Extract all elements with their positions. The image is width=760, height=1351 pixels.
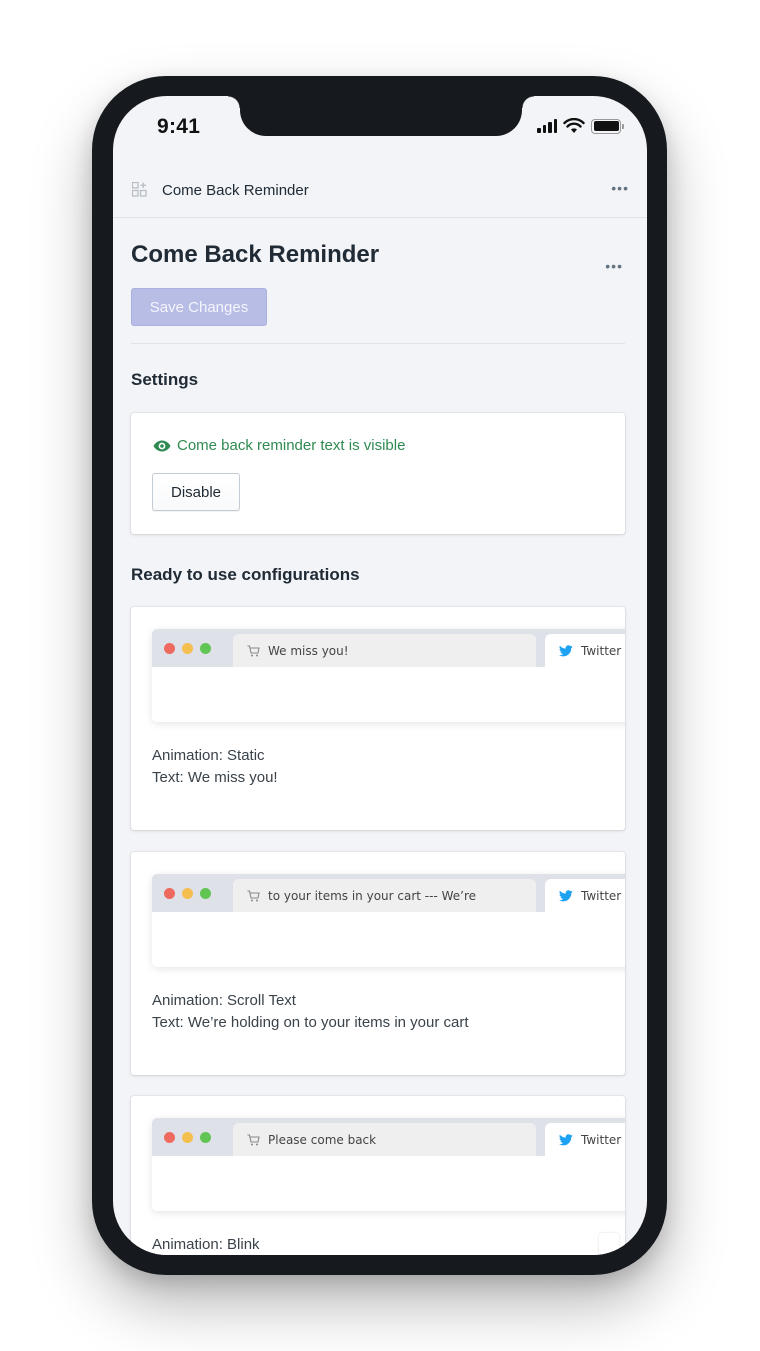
disable-button[interactable]: Disable [152, 473, 240, 511]
browser-tab-bar: to your items in your cart --- We’re Twi… [152, 874, 625, 912]
text-label: Text: We miss you! [152, 769, 278, 786]
window-close-dot [164, 1132, 175, 1143]
cart-icon [247, 1133, 260, 1145]
configuration-card[interactable]: to your items in your cart --- We’re Twi… [131, 852, 625, 1075]
twitter-tab-title: Twitter [581, 888, 622, 903]
app-header-title: Come Back Reminder [162, 182, 309, 199]
apps-grid-icon [132, 182, 147, 197]
window-close-dot [164, 888, 175, 899]
preview-tab: to your items in your cart --- We’re [233, 879, 536, 912]
browser-tab-bar: Please come back Twitter [152, 1118, 625, 1156]
window-minimize-dot [182, 1132, 193, 1143]
divider [131, 343, 625, 344]
phone-screen: 9:41 Come Back Reminder ••• Come Back Re… [113, 96, 647, 1255]
page-actions-more-icon[interactable]: ••• [605, 258, 623, 274]
browser-preview: We miss you! Twitter [152, 629, 625, 722]
preview-tab: Please come back [233, 1123, 536, 1156]
twitter-icon [559, 889, 573, 901]
browser-preview: Please come back Twitter [152, 1118, 625, 1211]
save-changes-button[interactable]: Save Changes [131, 288, 267, 326]
configuration-details: Animation: Scroll Text Text: We’re holdi… [152, 990, 469, 1034]
window-minimize-dot [182, 643, 193, 654]
phone-notch [228, 96, 534, 136]
configuration-details: Animation: Blink [152, 1234, 260, 1255]
animation-label: Animation: Static [152, 747, 265, 764]
twitter-tab: Twitter [545, 879, 625, 912]
cart-icon [247, 889, 260, 901]
scroll-to-top-button[interactable] [599, 1233, 619, 1255]
status-time: 9:41 [157, 115, 201, 138]
animation-label: Animation: Scroll Text [152, 992, 296, 1009]
twitter-tab: Twitter [545, 634, 625, 667]
window-maximize-dot [200, 643, 211, 654]
configuration-card[interactable]: Please come back Twitter Animation: Blin… [131, 1096, 625, 1255]
window-close-dot [164, 643, 175, 654]
window-maximize-dot [200, 1132, 211, 1143]
browser-preview: to your items in your cart --- We’re Twi… [152, 874, 625, 967]
configuration-card[interactable]: We miss you! Twitter Animation: Static T… [131, 607, 625, 830]
page-title: Come Back Reminder [131, 241, 380, 268]
cart-icon [247, 644, 260, 656]
twitter-tab: Twitter [545, 1123, 625, 1156]
more-horizontal-icon[interactable]: ••• [611, 180, 629, 196]
visibility-status: Come back reminder text is visible [153, 437, 405, 454]
preview-tab-title: We miss you! [268, 643, 349, 658]
preview-tab-title: Please come back [268, 1132, 377, 1147]
wifi-icon [563, 118, 585, 133]
visibility-status-text: Come back reminder text is visible [177, 437, 406, 454]
cellular-signal-icon [537, 119, 557, 133]
twitter-tab-title: Twitter [581, 1132, 622, 1147]
twitter-icon [559, 1133, 573, 1145]
settings-card: Come back reminder text is visible Disab… [131, 413, 625, 534]
preview-tab: We miss you! [233, 634, 536, 667]
configurations-heading: Ready to use configurations [131, 565, 360, 584]
app-header: Come Back Reminder ••• [113, 168, 647, 218]
text-label: Text: We’re holding on to your items in … [152, 1014, 469, 1031]
window-minimize-dot [182, 888, 193, 899]
battery-icon [591, 118, 624, 134]
configuration-details: Animation: Static Text: We miss you! [152, 745, 278, 789]
browser-tab-bar: We miss you! Twitter [152, 629, 625, 667]
eye-icon [153, 440, 171, 451]
twitter-icon [559, 644, 573, 656]
window-maximize-dot [200, 888, 211, 899]
twitter-tab-title: Twitter [581, 643, 622, 658]
settings-heading: Settings [131, 370, 199, 389]
animation-label: Animation: Blink [152, 1236, 260, 1253]
status-icons [537, 118, 624, 134]
phone-frame: 9:41 Come Back Reminder ••• Come Back Re… [92, 76, 667, 1275]
preview-tab-title: to your items in your cart --- We’re [268, 888, 477, 903]
